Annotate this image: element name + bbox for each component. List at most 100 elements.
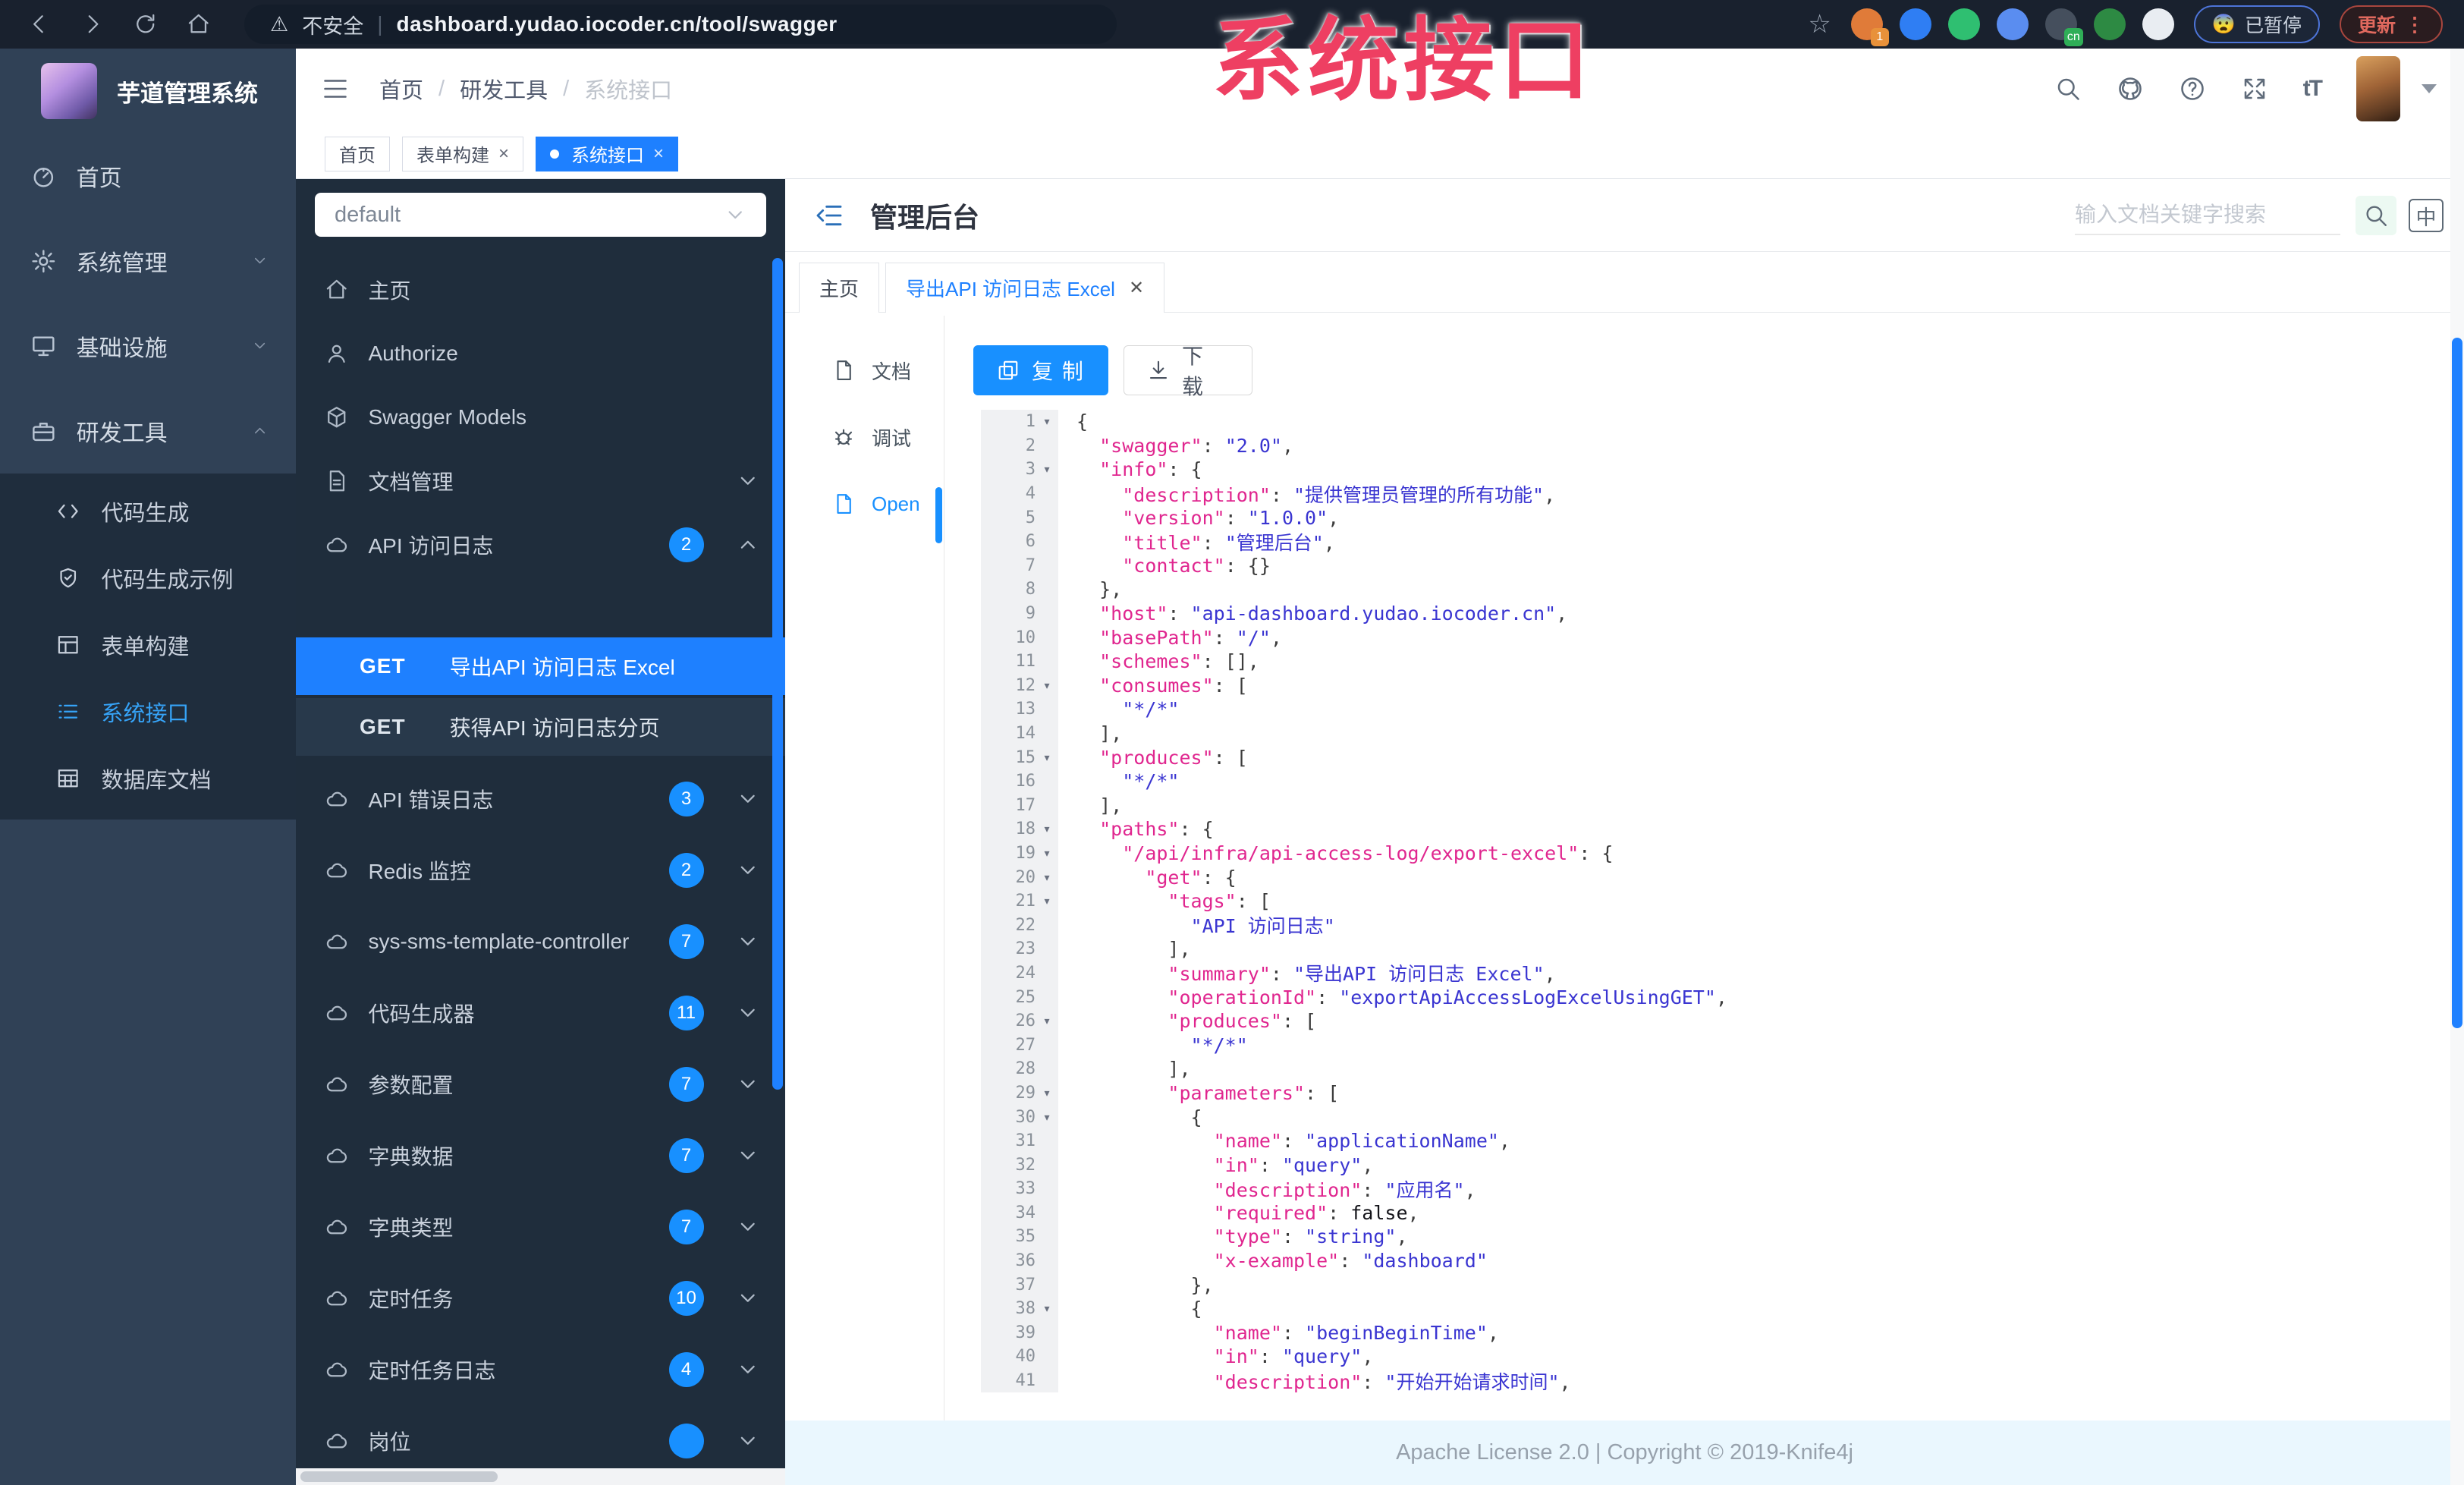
- code-text: "basePath": "/",: [1058, 627, 1282, 649]
- collapse-menu-icon[interactable]: [814, 200, 844, 231]
- doc-panel-hscrollbar[interactable]: [296, 1468, 785, 1485]
- fold-arrow-icon[interactable]: ▾: [1036, 1085, 1058, 1101]
- doc-menu-item-1[interactable]: Authorize: [296, 322, 785, 385]
- doc-tab-0[interactable]: 主页: [799, 263, 880, 313]
- doc-nav-文档[interactable]: 文档: [785, 337, 944, 404]
- fold-arrow-icon[interactable]: ▾: [1036, 821, 1058, 837]
- copy-button[interactable]: 复 制: [973, 345, 1108, 395]
- token-k: "required": [1213, 1201, 1328, 1224]
- operation-item-0[interactable]: GET 导出API 访问日志 Excel: [296, 637, 785, 695]
- help-icon[interactable]: [2179, 75, 2206, 102]
- sidebar-subitem-4[interactable]: 数据库文档: [0, 745, 296, 812]
- sidebar-subitem-3[interactable]: 系统接口: [0, 678, 296, 745]
- doc-panel-scrollbar[interactable]: [772, 258, 783, 1090]
- fold-arrow-icon[interactable]: ▾: [1036, 414, 1058, 429]
- breadcrumb-tools[interactable]: 研发工具: [460, 73, 548, 105]
- code-line: 5 "version": "1.0.0",: [981, 505, 2449, 530]
- doc-menu-item-4[interactable]: API 访问日志 2: [296, 513, 785, 577]
- controller-group-7[interactable]: 定时任务 10: [296, 1263, 785, 1334]
- fold-arrow-icon[interactable]: ▾: [1036, 678, 1058, 694]
- group-select[interactable]: default: [315, 193, 766, 237]
- fold-arrow-icon[interactable]: ▾: [1036, 870, 1058, 886]
- download-button[interactable]: 下 载: [1124, 345, 1252, 398]
- sidebar-item-2[interactable]: 基础设施: [0, 304, 296, 389]
- token-p: ,: [1270, 626, 1282, 649]
- controller-group-3[interactable]: 代码生成器 11: [296, 977, 785, 1049]
- paused-button[interactable]: 😨 已暂停: [2193, 5, 2320, 43]
- doc-search-input[interactable]: [2075, 196, 2340, 235]
- controller-group-9[interactable]: 岗位: [296, 1405, 785, 1477]
- green-leaf-extension[interactable]: [2093, 8, 2126, 40]
- doc-search-icon[interactable]: [2356, 196, 2396, 235]
- forward-icon[interactable]: [79, 12, 106, 36]
- doc-nav-调试[interactable]: 调试: [785, 404, 944, 470]
- doc-menu-item-3[interactable]: 文档管理: [296, 449, 785, 513]
- doc-nav-open[interactable]: Open: [785, 470, 944, 537]
- operation-item-1[interactable]: GET 获得API 访问日志分页: [296, 698, 785, 756]
- update-button[interactable]: 更新 ⋮: [2339, 5, 2443, 43]
- blue-drop-extension[interactable]: [1899, 8, 1931, 40]
- line-number-value: 13: [1015, 700, 1036, 719]
- controller-group-5[interactable]: 字典数据 7: [296, 1120, 785, 1191]
- home-icon[interactable]: [185, 12, 212, 36]
- close-icon[interactable]: ✕: [1129, 277, 1144, 299]
- doc-tab-1[interactable]: 导出API 访问日志 Excel ✕: [885, 263, 1165, 313]
- address-bar[interactable]: ⚠ 不安全 | dashboard.yudao.iocoder.cn/tool/…: [244, 5, 1117, 44]
- token-p: [1076, 507, 1122, 529]
- sidebar-subitem-1[interactable]: 代码生成示例: [0, 545, 296, 612]
- white-flower-extension[interactable]: [2142, 8, 2174, 40]
- blue-grid-extension[interactable]: [1996, 8, 2029, 40]
- fold-arrow-icon[interactable]: ▾: [1036, 1013, 1058, 1029]
- sidebar-item-3[interactable]: 研发工具: [0, 389, 296, 474]
- controller-group-4[interactable]: 参数配置 7: [296, 1049, 785, 1120]
- token-k: "schemes": [1099, 650, 1202, 673]
- github-icon[interactable]: [2117, 75, 2144, 102]
- controller-group-2[interactable]: sys-sms-template-controller 7: [296, 906, 785, 977]
- chevron-down-icon[interactable]: [2422, 84, 2437, 93]
- tag-tab-1[interactable]: 表单构建 ×: [402, 136, 524, 171]
- doc-menu-item-0[interactable]: 主页: [296, 258, 785, 322]
- fullscreen-icon[interactable]: [2241, 75, 2268, 102]
- reload-icon[interactable]: [132, 12, 159, 36]
- tag-tab-0[interactable]: 首页: [325, 136, 390, 171]
- fold-arrow-icon[interactable]: ▾: [1036, 893, 1058, 909]
- hscroll-thumb[interactable]: [300, 1471, 498, 1482]
- controller-group-6[interactable]: 字典类型 7: [296, 1191, 785, 1263]
- code-line: 21 ▾ "tags": [: [981, 889, 2449, 914]
- page-scrollbar-thumb[interactable]: [2452, 338, 2462, 1028]
- menu-dots-icon[interactable]: ⋮: [2405, 13, 2425, 36]
- fold-arrow-icon[interactable]: ▾: [1036, 1109, 1058, 1125]
- fold-arrow-icon[interactable]: ▾: [1036, 750, 1058, 766]
- controller-group-8[interactable]: 定时任务日志 4: [296, 1334, 785, 1405]
- close-icon[interactable]: ×: [653, 143, 664, 165]
- font-size-icon[interactable]: tT: [2303, 76, 2323, 102]
- doc-menu-label: Swagger Models: [368, 405, 527, 429]
- sidebar-item-0[interactable]: 首页: [0, 134, 296, 219]
- cn-translate-extension[interactable]: cn: [2044, 8, 2083, 46]
- sidebar-subitem-2[interactable]: 表单构建: [0, 612, 296, 678]
- tag-tab-2[interactable]: 系统接口 ×: [536, 136, 679, 171]
- controller-group-1[interactable]: Redis 监控 2: [296, 835, 785, 906]
- language-toggle[interactable]: 中: [2409, 199, 2444, 232]
- doc-menu-item-2[interactable]: Swagger Models: [296, 385, 785, 449]
- fold-arrow-icon[interactable]: ▾: [1036, 461, 1058, 477]
- code-line: 3 ▾ "info": {: [981, 458, 2449, 482]
- close-icon[interactable]: ×: [498, 143, 509, 165]
- hamburger-icon[interactable]: [322, 75, 349, 102]
- green-check-extension[interactable]: [1947, 8, 1980, 40]
- back-icon[interactable]: [26, 12, 53, 36]
- controller-group-0[interactable]: API 错误日志 3: [296, 763, 785, 835]
- breadcrumb-home[interactable]: 首页: [379, 73, 423, 105]
- orange-ring-extension[interactable]: 1: [1850, 8, 1889, 46]
- bookmark-star-icon[interactable]: ☆: [1808, 9, 1831, 39]
- sidebar-subitem-0[interactable]: 代码生成: [0, 478, 296, 545]
- sidebar-item-1[interactable]: 系统管理: [0, 219, 296, 304]
- avatar[interactable]: [2356, 56, 2400, 121]
- search-icon[interactable]: [2054, 75, 2082, 102]
- token-p: ,: [1362, 1153, 1374, 1176]
- fold-arrow-icon[interactable]: ▾: [1036, 845, 1058, 861]
- fold-arrow-icon[interactable]: ▾: [1036, 1301, 1058, 1317]
- json-editor[interactable]: 1 ▾{2 "swagger": "2.0", 3 ▾ "info": {4 "des…: [981, 410, 2449, 1421]
- token-p: {: [1076, 411, 1089, 433]
- token-p: {: [1076, 1106, 1202, 1128]
